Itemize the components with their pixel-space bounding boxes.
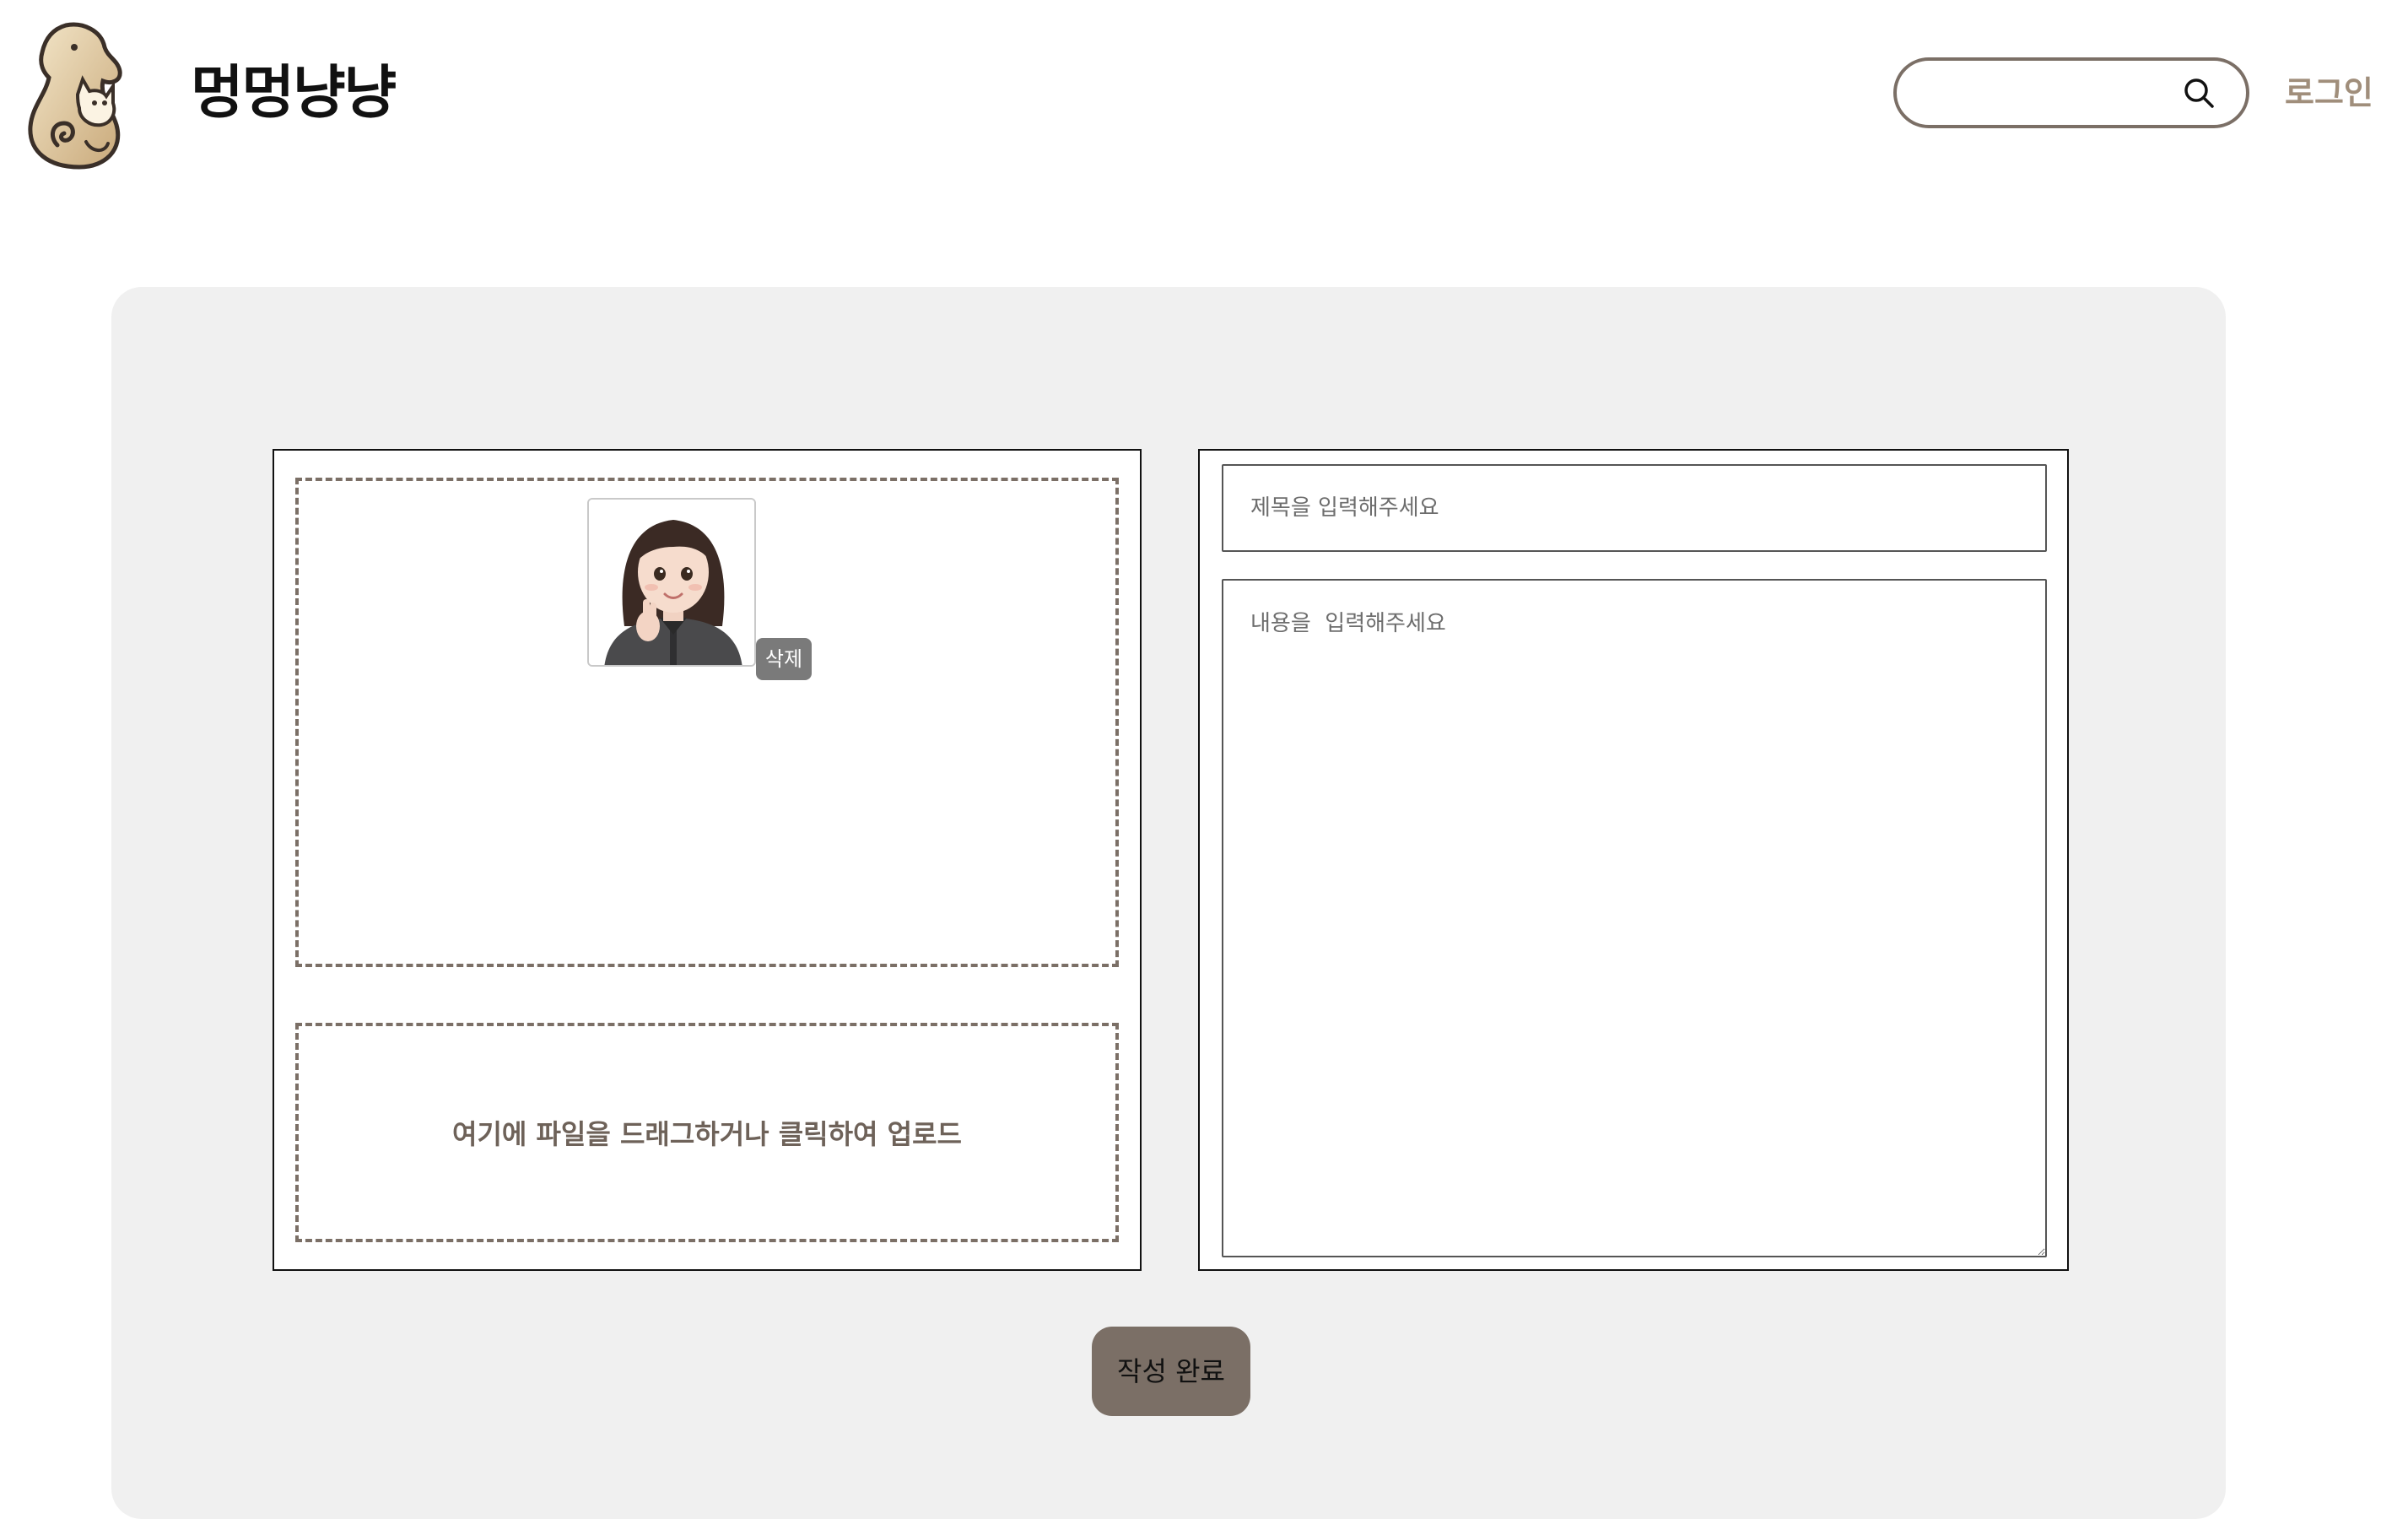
site-header: 멍멍냥냥 로그인 (0, 0, 2408, 186)
brand-name[interactable]: 멍멍냥냥 (191, 56, 397, 132)
avatar-image (587, 498, 756, 667)
login-link[interactable]: 로그인 (2285, 68, 2373, 118)
search-icon[interactable] (2182, 76, 2216, 110)
upload-instructions: 여기에 파일을 드래그하거나 클릭하여 업로드 (452, 1118, 962, 1150)
title-input[interactable] (1222, 464, 2047, 552)
submit-button[interactable]: 작성 완료 (1092, 1327, 1250, 1416)
delete-image-button[interactable]: 삭제 (756, 638, 812, 680)
search-box[interactable] (1893, 57, 2249, 128)
dog-cat-logo-icon[interactable] (24, 19, 127, 170)
content-textarea[interactable] (1222, 579, 2047, 1257)
file-upload-dropzone[interactable]: 여기에 파일을 드래그하거나 클릭하여 업로드 (295, 1023, 1119, 1242)
search-input[interactable] (1922, 73, 2175, 113)
